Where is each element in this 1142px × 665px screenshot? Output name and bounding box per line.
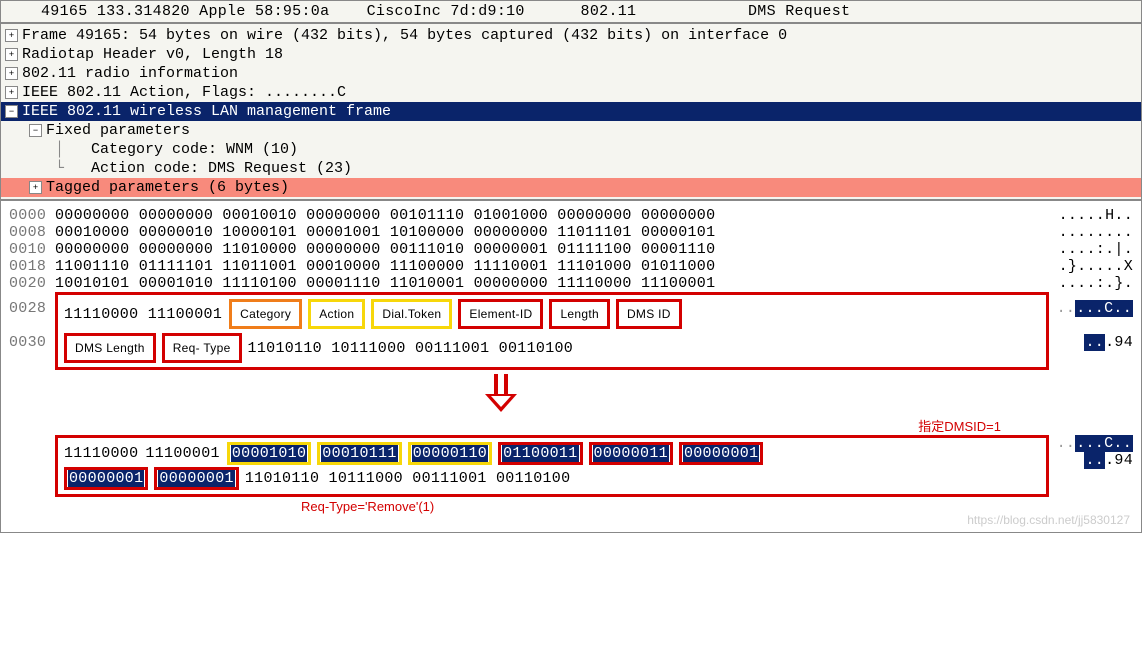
category-code-node[interactable]: │ Category code: WNM (10) bbox=[1, 140, 1141, 159]
hex-row-0000[interactable]: 0000 00000000 00000000 00010010 00000000… bbox=[1, 207, 1141, 224]
collapse-icon[interactable]: − bbox=[29, 124, 42, 137]
hex-row-0028-overlay: 0028 0030 11110000 11100001 Category Act… bbox=[1, 292, 1141, 370]
packet-list-pane: 49165 133.314820 Apple 58:95:0a CiscoInc… bbox=[0, 0, 1142, 23]
annotation-dmsid: 指定DMSID=1 bbox=[918, 416, 1001, 435]
col-source: Apple 58:95:0a bbox=[199, 3, 329, 20]
collapse-icon[interactable]: − bbox=[5, 105, 18, 118]
hex-dump-pane: 0000 00000000 00000000 00010010 00000000… bbox=[0, 200, 1142, 533]
field-req-type: Req- Type bbox=[162, 333, 242, 363]
bits-element-id: 01100011 bbox=[498, 442, 582, 465]
annotated-bits: 11110000 11100001 00001010 00010111 0000… bbox=[1, 435, 1141, 497]
frame-node[interactable]: + Frame 49165: 54 bytes on wire (432 bit… bbox=[1, 26, 1141, 45]
field-dial-token: Dial.Token bbox=[371, 299, 452, 329]
fixed-params-node[interactable]: − Fixed parameters bbox=[1, 121, 1141, 140]
field-action: Action bbox=[308, 299, 365, 329]
annotated-bits-box: 11110000 11100001 00001010 00010111 0000… bbox=[55, 435, 1049, 497]
bits-dms-length: 00000001 bbox=[64, 467, 148, 490]
field-dms-id: DMS ID bbox=[616, 299, 682, 329]
expand-icon[interactable]: + bbox=[29, 181, 42, 194]
arrow-down-icon bbox=[481, 374, 521, 412]
expand-icon[interactable]: + bbox=[5, 29, 18, 42]
col-dest: CiscoInc 7d:d9:10 bbox=[367, 3, 525, 20]
hex-row-0010[interactable]: 0010 00000000 00000000 11010000 00000000… bbox=[1, 241, 1141, 258]
hex-row-0020[interactable]: 0020 10010101 00001010 11110100 00001110… bbox=[1, 275, 1141, 292]
bits-category: 00001010 bbox=[227, 442, 311, 465]
radio-info-node[interactable]: + 802.11 radio information bbox=[1, 64, 1141, 83]
bits-action: 00010111 bbox=[317, 442, 401, 465]
expand-icon[interactable]: + bbox=[5, 67, 18, 80]
bits-dms-id: 00000001 bbox=[679, 442, 763, 465]
hex-row-0008[interactable]: 0008 00010000 00000010 10000101 00001001… bbox=[1, 224, 1141, 241]
col-time: 133.314820 bbox=[97, 3, 190, 20]
packet-details-tree: + Frame 49165: 54 bytes on wire (432 bit… bbox=[0, 23, 1142, 200]
col-info: DMS Request bbox=[748, 3, 850, 20]
field-element-id: Element-ID bbox=[458, 299, 543, 329]
hex-row-0018[interactable]: 0018 11001110 01111101 11011001 00010000… bbox=[1, 258, 1141, 275]
col-number: 49165 bbox=[41, 3, 88, 20]
bits-req-type: 00000001 bbox=[154, 467, 238, 490]
bits-length: 00000011 bbox=[589, 442, 673, 465]
ieee-action-node[interactable]: + IEEE 802.11 Action, Flags: ........C bbox=[1, 83, 1141, 102]
radiotap-node[interactable]: + Radiotap Header v0, Length 18 bbox=[1, 45, 1141, 64]
field-dms-length: DMS Length bbox=[64, 333, 156, 363]
annotation-reqtype: Req-Type='Remove'(1) bbox=[301, 499, 434, 514]
field-length: Length bbox=[549, 299, 610, 329]
tagged-params-node[interactable]: + Tagged parameters (6 bytes) bbox=[1, 178, 1141, 197]
field-category: Category bbox=[229, 299, 302, 329]
wlan-mgmt-node[interactable]: − IEEE 802.11 wireless LAN management fr… bbox=[1, 102, 1141, 121]
field-layout-box: 11110000 11100001 Category Action Dial.T… bbox=[55, 292, 1049, 370]
watermark-text: https://blog.csdn.net/jj5830127 bbox=[967, 513, 1130, 527]
expand-icon[interactable]: + bbox=[5, 86, 18, 99]
bits-dial-token: 00000110 bbox=[408, 442, 492, 465]
col-proto: 802.11 bbox=[581, 3, 637, 20]
expand-icon[interactable]: + bbox=[5, 48, 18, 61]
action-code-node[interactable]: └ Action code: DMS Request (23) bbox=[1, 159, 1141, 178]
packet-list-row[interactable]: 49165 133.314820 Apple 58:95:0a CiscoInc… bbox=[1, 1, 1141, 22]
